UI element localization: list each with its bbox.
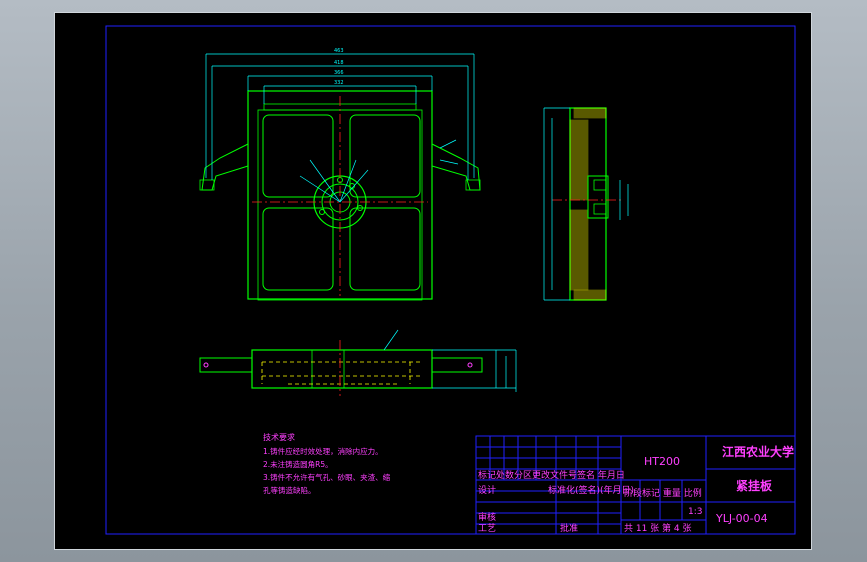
- svg-text:366: 366: [334, 70, 344, 76]
- right-ear: [431, 143, 481, 191]
- university-name: 江西农业大学: [722, 444, 794, 459]
- title-block-approve: 批准: [560, 522, 578, 534]
- svg-text:463: 463: [334, 48, 344, 54]
- top-view-outline: [251, 349, 433, 389]
- side-boss: [587, 175, 609, 219]
- front-view: 463 418 366 332: [199, 48, 481, 301]
- title-block-stage-weight-scale: 阶段标记 重量 比例: [624, 487, 702, 499]
- bolt-hole: [319, 209, 325, 215]
- title-block-revision-header: 标记处数分区更改文件号签名 年月日: [478, 469, 625, 481]
- top-view-right-ear: [431, 357, 483, 373]
- sheet-info: 共 11 张 第 4 张: [624, 522, 691, 534]
- top-view: [199, 329, 517, 396]
- material-label: HT200: [644, 455, 680, 468]
- tech-req-line: 1.铸件应经时效处理，消除内应力。: [263, 446, 383, 456]
- drawing-canvas: 463 418 366 332 技术要求 1.铸件应经时效处理，消除内应力。 2…: [105, 25, 796, 535]
- title-block-design: 设计: [478, 484, 496, 496]
- tech-req-line: 孔等铸造缺陷。: [263, 485, 316, 495]
- side-view: [543, 107, 629, 301]
- top-view-hub: [311, 349, 345, 389]
- title-block: HT200 江西农业大学 紧挂板 YLJ-00-04 标记处数分区更改文件号签名…: [475, 435, 796, 535]
- ear-leader: [439, 139, 457, 149]
- tech-req-heading: 技术要求: [263, 432, 295, 442]
- ear-hole-marker: [467, 362, 473, 368]
- part-name: 紧挂板: [736, 478, 773, 493]
- pocket-bottom-left: [262, 207, 334, 291]
- tech-req-line: 2.未注铸造圆角R5。: [263, 459, 333, 469]
- drawing-number: YLJ-00-04: [715, 512, 768, 525]
- title-block-process: 工艺: [478, 523, 496, 534]
- tech-req-line: 3.铸件不允许有气孔、砂眼、夹渣、缩: [263, 472, 391, 482]
- inner-border: [105, 25, 796, 535]
- side-slot: [593, 203, 607, 215]
- svg-text:332: 332: [334, 80, 344, 86]
- pocket-top-left: [262, 114, 334, 198]
- title-block-review: 审核: [478, 511, 496, 523]
- left-ear: [201, 143, 249, 191]
- technical-requirements: 技术要求 1.铸件应经时效处理，消除内应力。 2.未注铸造圆角R5。 3.铸件不…: [263, 432, 391, 495]
- svg-text:418: 418: [334, 60, 344, 66]
- hatch-bottom: [573, 289, 607, 301]
- cad-viewport: 463 418 366 332 技术要求 1.铸件应经时效处理，消除内应力。 2…: [0, 0, 867, 562]
- hatch-lower: [569, 209, 589, 291]
- top-dimension-texts: 463 418 366 332: [334, 48, 344, 86]
- hatch-upper: [569, 119, 589, 201]
- title-block-standardization: 标准化(签名)(年月日): [548, 484, 634, 496]
- top-view-dimensions: [383, 329, 517, 392]
- pocket-top-right: [349, 114, 421, 198]
- hatch-top: [573, 107, 607, 119]
- hidden-lines: [261, 361, 420, 385]
- leader-line: [299, 175, 341, 203]
- ear-leader: [439, 159, 459, 165]
- pocket-bottom-right: [349, 207, 421, 291]
- scale-value: 1:3: [688, 507, 702, 517]
- side-slot: [593, 179, 607, 191]
- ear-hole-marker: [203, 362, 209, 368]
